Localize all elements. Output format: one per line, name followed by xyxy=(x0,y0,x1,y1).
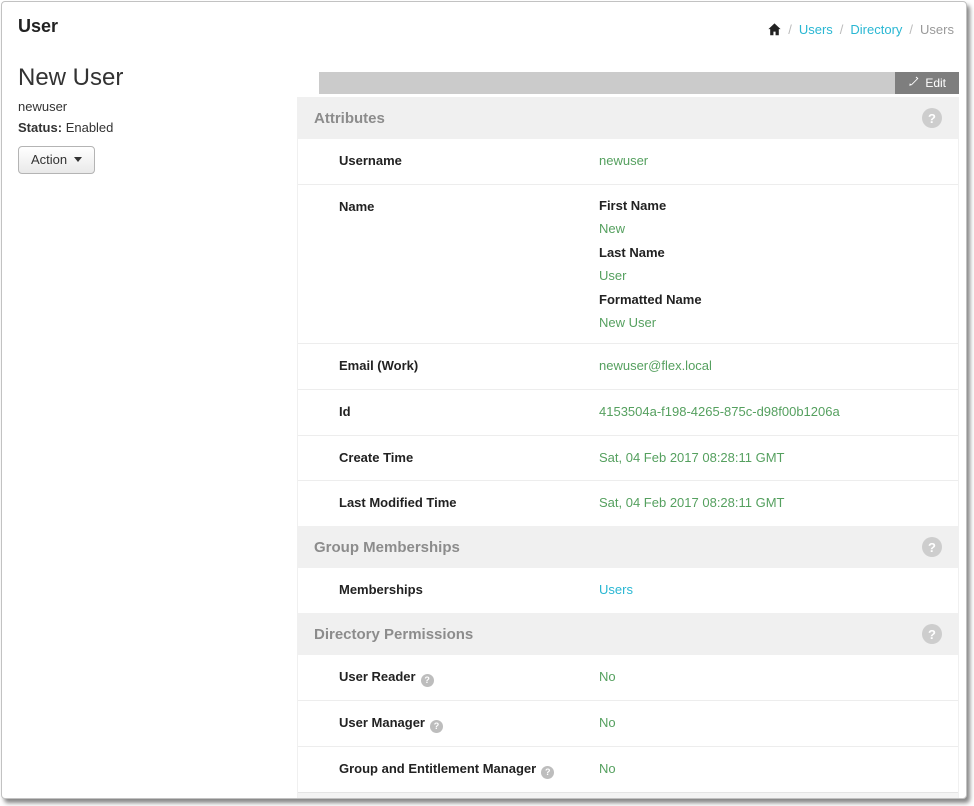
help-icon[interactable]: ? xyxy=(922,108,942,128)
subfield-value: User xyxy=(599,268,702,283)
row-label-text: Email (Work) xyxy=(339,358,418,373)
action-button[interactable]: Action xyxy=(18,146,95,174)
help-icon[interactable]: ? xyxy=(541,766,554,779)
help-icon[interactable]: ? xyxy=(430,720,443,733)
row-value: No xyxy=(599,714,616,733)
breadcrumb-link-directory[interactable]: Directory xyxy=(850,22,902,37)
row-label-text: Group and Entitlement Manager xyxy=(339,761,536,776)
caret-down-icon xyxy=(74,157,82,162)
app-window: User / Users / Directory / Users New Use… xyxy=(1,1,967,799)
row-value: newuser xyxy=(599,152,648,171)
help-icon[interactable]: ? xyxy=(922,537,942,557)
user-summary-sidebar: New User newuser Status: Enabled Action xyxy=(18,64,283,174)
row-label: Group and Entitlement Manager? xyxy=(339,760,599,779)
home-icon[interactable] xyxy=(768,23,781,36)
pencil-icon xyxy=(908,76,919,90)
breadcrumb-link-users[interactable]: Users xyxy=(799,22,833,37)
detail-row: User Reader?No xyxy=(298,655,958,700)
section-header: Group Memberships? xyxy=(298,526,958,568)
breadcrumb-current: Users xyxy=(920,22,954,37)
detail-row: Last Modified Time Sat, 04 Feb 2017 08:28… xyxy=(298,480,958,526)
edit-toolbar: Edit xyxy=(319,72,959,94)
row-label: Last Modified Time xyxy=(339,494,599,513)
detail-row: Id 4153504a-f198-4265-875c-d98f00b1206a xyxy=(298,389,958,435)
page-title: User xyxy=(18,16,58,37)
section-title: Group Memberships xyxy=(314,539,460,556)
subfield-label: Last Name xyxy=(599,245,702,260)
action-button-label: Action xyxy=(31,152,67,167)
subfield-label: First Name xyxy=(599,198,702,213)
row-label-text: Memberships xyxy=(339,582,423,597)
row-value: No xyxy=(599,760,616,779)
detail-row: Memberships Users xyxy=(298,568,958,613)
help-icon[interactable]: ? xyxy=(421,674,434,687)
breadcrumb: / Users / Directory / Users xyxy=(768,22,954,37)
detail-row: User Manager?No xyxy=(298,700,958,746)
row-label: User Manager? xyxy=(339,714,599,733)
row-label-text: Name xyxy=(339,199,374,214)
row-value: Sat, 04 Feb 2017 08:28:11 GMT xyxy=(599,494,785,513)
status-value: Enabled xyxy=(66,120,114,135)
row-label: Create Time xyxy=(339,449,599,468)
row-label: Name xyxy=(339,198,599,217)
subfield-value: New xyxy=(599,221,702,236)
row-value: No xyxy=(599,668,616,687)
subfield-value: New User xyxy=(599,315,702,330)
status-label: Status: xyxy=(18,120,62,135)
edit-button[interactable]: Edit xyxy=(895,72,959,94)
detail-row: Name First Name New Last Name User Formatted … xyxy=(298,184,958,343)
row-value: 4153504a-f198-4265-875c-d98f00b1206a xyxy=(599,403,840,422)
section-title: Directory Permissions xyxy=(314,626,473,643)
row-label: User Reader? xyxy=(339,668,599,687)
section-header: Attributes? xyxy=(298,97,958,139)
panel-footer xyxy=(298,792,958,799)
subfield-label: Formatted Name xyxy=(599,292,702,307)
user-login-name: newuser xyxy=(18,99,283,114)
row-label-text: Last Modified Time xyxy=(339,495,457,510)
row-label-text: Username xyxy=(339,153,402,168)
breadcrumb-separator: / xyxy=(909,22,913,37)
section-header: Directory Permissions? xyxy=(298,613,958,655)
detail-row: Create Time Sat, 04 Feb 2017 08:28:11 GMT xyxy=(298,435,958,481)
row-label-text: Id xyxy=(339,404,351,419)
row-label: Email (Work) xyxy=(339,357,599,376)
detail-row: Username newuser xyxy=(298,139,958,184)
row-label-text: Create Time xyxy=(339,450,413,465)
user-display-name: New User xyxy=(18,64,283,92)
breadcrumb-separator: / xyxy=(840,22,844,37)
breadcrumb-separator: / xyxy=(788,22,792,37)
user-detail-main: Edit Attributes? Username newuser Name First… xyxy=(297,72,959,799)
section-title: Attributes xyxy=(314,110,385,127)
row-label-text: User Manager xyxy=(339,715,425,730)
edit-button-label: Edit xyxy=(925,76,946,90)
subfield-stack: First Name New Last Name User Formatted Name… xyxy=(599,198,702,330)
help-icon[interactable]: ? xyxy=(922,624,942,644)
row-label: Memberships xyxy=(339,581,599,600)
row-value: Sat, 04 Feb 2017 08:28:11 GMT xyxy=(599,449,785,468)
detail-panel: Attributes? Username newuser Name First Name… xyxy=(297,97,959,799)
row-value: newuser@flex.local xyxy=(599,357,712,376)
row-label: Username xyxy=(339,152,599,171)
row-value[interactable]: Users xyxy=(599,581,633,600)
detail-row: Email (Work) newuser@flex.local xyxy=(298,343,958,389)
row-label: Id xyxy=(339,403,599,422)
row-label-text: User Reader xyxy=(339,669,416,684)
detail-row: Group and Entitlement Manager?No xyxy=(298,746,958,792)
user-status: Status: Enabled xyxy=(18,120,283,135)
